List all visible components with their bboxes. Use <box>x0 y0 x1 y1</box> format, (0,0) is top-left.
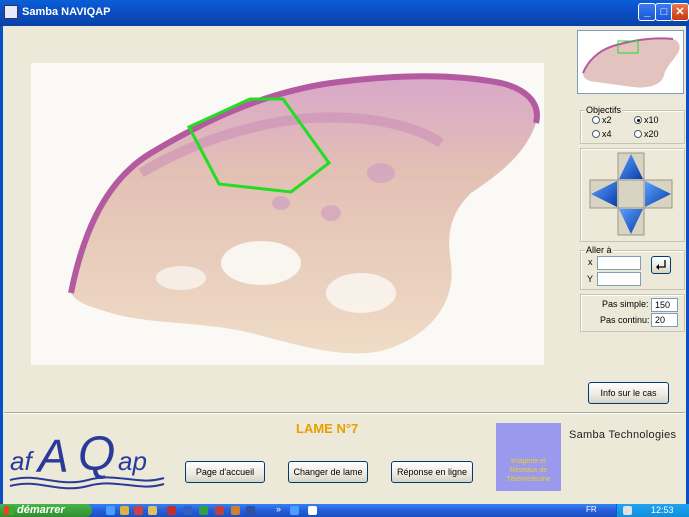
home-button[interactable]: Page d'accueil <box>185 461 265 483</box>
objective-x2-label: x2 <box>602 115 612 125</box>
taskbar-more-chevron-icon[interactable]: » <box>276 504 281 514</box>
quicklaunch-pdf-icon[interactable] <box>215 506 224 515</box>
change-slide-button[interactable]: Changer de lame <box>288 461 368 483</box>
goto-label: Aller à <box>585 245 613 255</box>
objective-x10-radio[interactable] <box>634 116 642 124</box>
company-name: Samba Technologies <box>569 429 677 441</box>
quicklaunch-powerpoint-icon[interactable] <box>231 506 240 515</box>
goto-x-input[interactable] <box>597 256 641 270</box>
network-icon[interactable] <box>623 506 632 515</box>
objective-x2-radio[interactable] <box>592 116 600 124</box>
clock: 12:53 <box>651 505 674 515</box>
nav-down-arrow-icon[interactable] <box>617 207 645 236</box>
nav-left-arrow-icon[interactable] <box>589 179 619 209</box>
window-title: Samba NAVIQAP <box>22 6 111 18</box>
quicklaunch-access-icon[interactable] <box>167 506 176 515</box>
language-indicator[interactable]: FR <box>586 505 597 514</box>
svg-text:ap: ap <box>118 446 147 476</box>
quicklaunch-excel-icon[interactable] <box>199 506 208 515</box>
goto-x-label: x <box>588 257 593 267</box>
slide-image[interactable] <box>31 63 544 365</box>
step-continuous-input[interactable] <box>651 313 678 327</box>
navigation-pad <box>589 152 673 236</box>
quicklaunch-explorer-icon[interactable] <box>148 506 157 515</box>
quicklaunch-word-icon[interactable] <box>183 506 192 515</box>
svg-text:Q: Q <box>78 428 115 481</box>
minimize-button[interactable]: _ <box>638 3 656 21</box>
window-frame-left <box>0 26 3 504</box>
taskbar-help-icon[interactable] <box>308 506 317 515</box>
objective-x4-label: x4 <box>602 129 612 139</box>
case-info-button[interactable]: Info sur le cas <box>588 382 669 404</box>
start-label: démarrer <box>17 504 65 516</box>
svg-text:af: af <box>10 446 34 476</box>
title-bar: Samba NAVIQAP _ □ ✕ <box>0 0 689 26</box>
telemedicine-banner: Imagerie et Réseaux de Télémédecine <box>496 423 561 491</box>
system-tray: 12:53 <box>616 504 689 517</box>
goto-y-input[interactable] <box>597 272 641 286</box>
objective-x20-label: x20 <box>644 129 659 139</box>
overview-thumbnail[interactable] <box>577 30 684 94</box>
windows-logo-icon <box>4 506 14 515</box>
enter-icon <box>656 260 666 270</box>
objective-x10-label: x10 <box>644 115 659 125</box>
app-icon <box>4 5 18 19</box>
online-answer-button[interactable]: Réponse en ligne <box>391 461 473 483</box>
step-simple-input[interactable] <box>651 298 678 312</box>
afaqap-logo: af A Q ap <box>9 428 165 490</box>
taskbar: démarrer » FR 12:53 <box>0 504 689 517</box>
thumbnail-tissue <box>578 31 683 93</box>
quicklaunch-media-icon[interactable] <box>134 506 143 515</box>
goto-enter-button[interactable] <box>651 256 671 274</box>
close-button[interactable]: ✕ <box>671 3 689 21</box>
slide-number-title: LAME N°7 <box>296 421 359 436</box>
quicklaunch-folder-icon[interactable] <box>120 506 129 515</box>
nav-right-arrow-icon[interactable] <box>643 179 673 209</box>
start-button[interactable]: démarrer <box>0 504 92 517</box>
step-simple-label: Pas simple: <box>602 299 649 309</box>
goto-y-label: Y <box>587 274 594 284</box>
taskbar-app-icon[interactable] <box>290 506 299 515</box>
svg-text:A: A <box>35 430 69 482</box>
step-continuous-label: Pas continu: <box>600 315 650 325</box>
objectives-label: Objectifs <box>585 105 623 115</box>
nav-up-arrow-icon[interactable] <box>617 152 645 181</box>
objective-x4-radio[interactable] <box>592 130 600 138</box>
quicklaunch-app-icon[interactable] <box>246 506 255 515</box>
nav-center <box>617 179 645 209</box>
quicklaunch-ie-icon[interactable] <box>106 506 115 515</box>
objective-x20-radio[interactable] <box>634 130 642 138</box>
selection-region[interactable] <box>31 63 544 365</box>
